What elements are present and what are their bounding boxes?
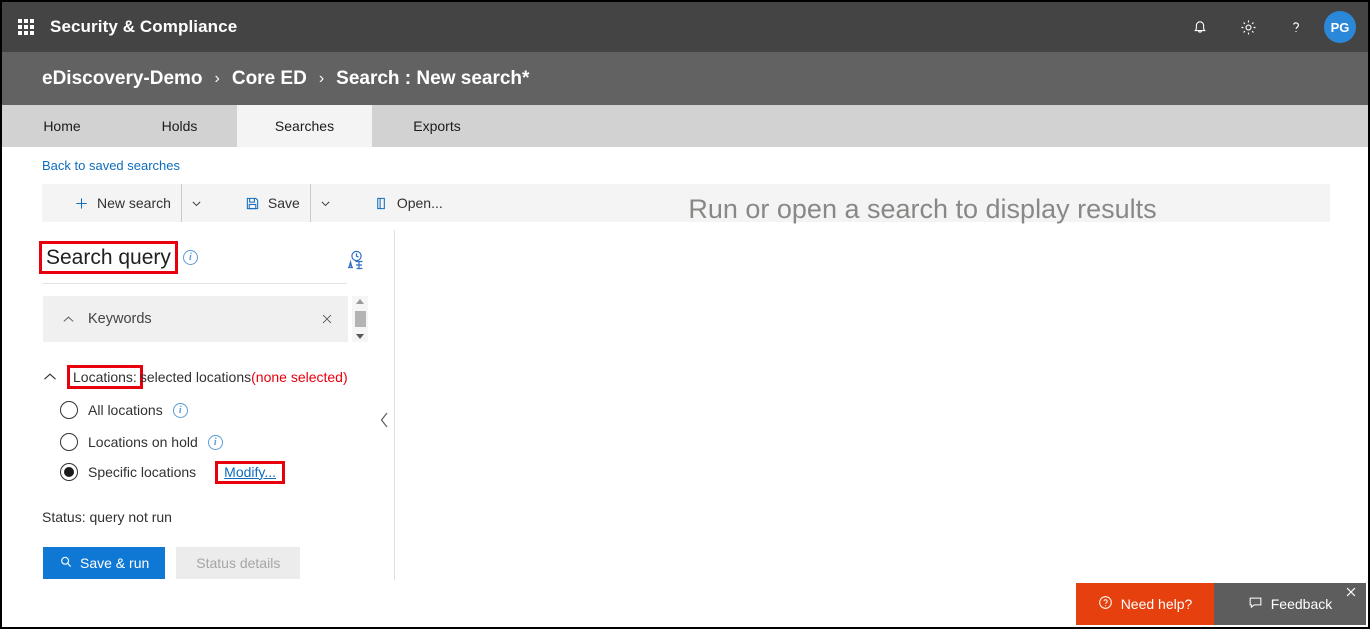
chevron-down-icon	[321, 201, 330, 206]
feedback-button[interactable]: Feedback	[1214, 583, 1366, 625]
radio-locations-on-hold-label: Locations on hold	[88, 434, 198, 450]
save-and-run-button[interactable]: Save & run	[43, 547, 166, 579]
radio-all-locations-label: All locations	[88, 402, 163, 418]
keywords-label: Keywords	[88, 311, 152, 327]
feedback-comment-icon	[1248, 595, 1263, 613]
save-disk-icon	[245, 196, 260, 211]
scroll-up-arrow-icon[interactable]	[356, 299, 364, 304]
save-label: Save	[267, 195, 300, 211]
save-and-run-label: Save & run	[80, 555, 150, 571]
radio-specific-locations[interactable]: Specific locations Modify...	[60, 460, 286, 484]
tab-bar: Home Holds Searches Exports	[2, 105, 1368, 147]
suite-header-bar: Security & Compliance PG	[2, 2, 1368, 52]
new-search-button[interactable]: New search	[64, 184, 181, 222]
radio-locations-on-hold[interactable]: Locations on hold i	[60, 433, 223, 451]
breadcrumb-separator-icon: ›	[214, 69, 220, 87]
breadcrumb-item-1[interactable]: Core ED	[232, 68, 307, 90]
avatar[interactable]: PG	[1324, 11, 1356, 43]
back-to-saved-searches-link[interactable]: Back to saved searches	[42, 158, 180, 173]
plus-icon	[74, 196, 89, 211]
remove-keywords-icon[interactable]	[320, 312, 334, 326]
help-question-icon[interactable]	[1272, 2, 1320, 52]
radio-all-locations[interactable]: All locations i	[60, 401, 188, 419]
close-icon[interactable]	[1344, 585, 1358, 601]
translate-language-icon[interactable]	[344, 249, 368, 273]
search-query-info-icon[interactable]: i	[182, 250, 198, 265]
open-button[interactable]: Open...	[364, 184, 453, 222]
chevron-up-icon[interactable]	[42, 369, 58, 385]
suite-title: Security & Compliance	[50, 17, 238, 36]
feedback-label: Feedback	[1270, 596, 1333, 612]
locations-summary-text: selected locations	[139, 369, 252, 385]
keywords-condition-row[interactable]: Keywords	[43, 296, 348, 342]
scroll-down-arrow-icon[interactable]	[356, 334, 364, 339]
locations-none-selected: (none selected)	[251, 369, 348, 385]
open-label: Open...	[396, 195, 443, 211]
tab-searches[interactable]: Searches	[237, 105, 372, 147]
tab-holds[interactable]: Holds	[122, 105, 237, 147]
breadcrumb-separator-icon: ›	[318, 69, 325, 87]
question-circle-icon	[1098, 595, 1113, 613]
settings-gear-icon[interactable]	[1224, 2, 1272, 52]
help-feedback-bar: Need help? Feedback	[1076, 583, 1366, 625]
command-bar: New search Save Open...	[42, 184, 1330, 222]
locations-on-hold-info-icon[interactable]: i	[207, 434, 223, 450]
scrollbar-thumb[interactable]	[354, 311, 366, 327]
search-magnifier-icon	[59, 555, 73, 572]
need-help-button[interactable]: Need help?	[1076, 583, 1214, 625]
chevron-up-icon[interactable]	[61, 312, 76, 327]
suite-header-actions: PG	[1176, 2, 1368, 52]
notification-bell-icon[interactable]	[1176, 2, 1224, 52]
collapse-pane-handle[interactable]	[378, 410, 390, 435]
tab-home[interactable]: Home	[2, 105, 122, 147]
search-query-header: Search query i	[39, 241, 198, 274]
need-help-label: Need help?	[1120, 596, 1193, 612]
app-launcher-icon[interactable]	[18, 19, 34, 35]
open-folder-icon	[374, 196, 389, 211]
search-query-divider	[42, 283, 347, 284]
radio-indicator[interactable]	[60, 433, 78, 451]
save-dropdown-button[interactable]	[309, 184, 342, 222]
app-window: Security & Compliance PG eDiscovery-Demo…	[0, 0, 1370, 629]
new-search-label: New search	[97, 195, 171, 211]
modify-locations-highlight: Modify...	[215, 460, 286, 484]
modify-link[interactable]: Modify...	[224, 464, 276, 481]
keywords-scrollbar[interactable]	[352, 296, 368, 342]
status-details-button[interactable]: Status details	[176, 547, 301, 579]
status-text: Status: query not run	[42, 509, 172, 525]
action-button-row: Save & run Status details	[43, 547, 301, 579]
all-locations-info-icon[interactable]: i	[172, 402, 188, 418]
chevron-down-icon	[192, 201, 201, 206]
page-title: Search query	[39, 241, 178, 274]
tab-exports[interactable]: Exports	[372, 105, 502, 147]
radio-indicator[interactable]	[60, 401, 78, 419]
breadcrumb-item-2: Search : New search*	[336, 67, 530, 89]
radio-indicator[interactable]	[60, 463, 78, 481]
new-search-dropdown-button[interactable]	[180, 184, 213, 222]
locations-summary-row: Locations: selected locations (none sele…	[42, 365, 348, 389]
save-button[interactable]: Save	[235, 184, 310, 222]
breadcrumb: eDiscovery-Demo › Core ED › Search : New…	[2, 52, 1368, 105]
locations-label: Locations:	[67, 365, 143, 389]
radio-specific-locations-label: Specific locations	[88, 464, 197, 480]
breadcrumb-item-0[interactable]: eDiscovery-Demo	[42, 68, 203, 90]
